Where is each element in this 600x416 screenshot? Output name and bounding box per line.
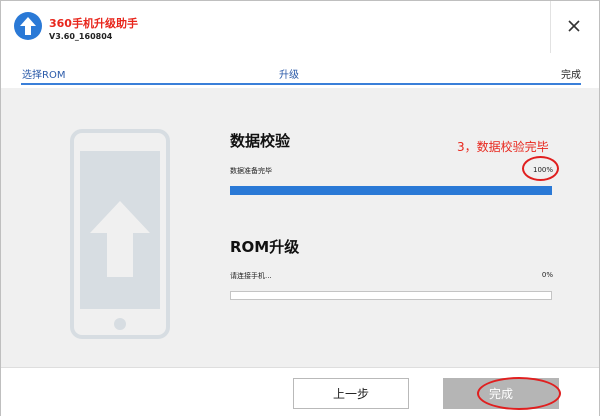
title-bar-divider xyxy=(550,1,551,53)
close-button[interactable] xyxy=(557,9,591,43)
previous-step-button[interactable]: 上一步 xyxy=(293,378,409,409)
step-done[interactable]: 完成 xyxy=(561,66,581,81)
done-highlight-circle xyxy=(477,377,561,410)
step-track-progress xyxy=(21,83,581,85)
rom-upgrade-status: 请连接手机... xyxy=(230,272,272,280)
step-select-rom[interactable]: 选择ROM xyxy=(22,66,65,81)
app-version: V3.60_160804 xyxy=(49,32,113,41)
title-bar: 360手机升级助手 V3.60_160804 xyxy=(1,1,599,53)
verify-title: 数据校验 xyxy=(230,132,291,150)
phone-upgrade-icon xyxy=(70,129,170,339)
upload-arrow-icon xyxy=(14,12,42,40)
upgrade-window: 360手机升级助手 V3.60_160804 选择ROM 升级 完成 数据校验 … xyxy=(0,0,600,416)
verify-annotation: 3，数据校验完毕 xyxy=(457,140,549,154)
rom-upgrade-progress-bar xyxy=(230,291,552,300)
rom-upgrade-title: ROM升级 xyxy=(230,238,300,256)
step-bar: 选择ROM 升级 完成 xyxy=(1,53,599,88)
step-upgrade[interactable]: 升级 xyxy=(279,66,299,81)
close-icon xyxy=(568,20,580,32)
rom-upgrade-percent: 0% xyxy=(541,271,553,279)
verify-status: 数据准备完毕 xyxy=(230,167,272,175)
verify-progress-bar xyxy=(230,186,552,195)
percent-highlight-circle xyxy=(522,156,559,181)
app-title: 360手机升级助手 xyxy=(49,17,138,30)
verify-progress-fill xyxy=(231,187,551,194)
